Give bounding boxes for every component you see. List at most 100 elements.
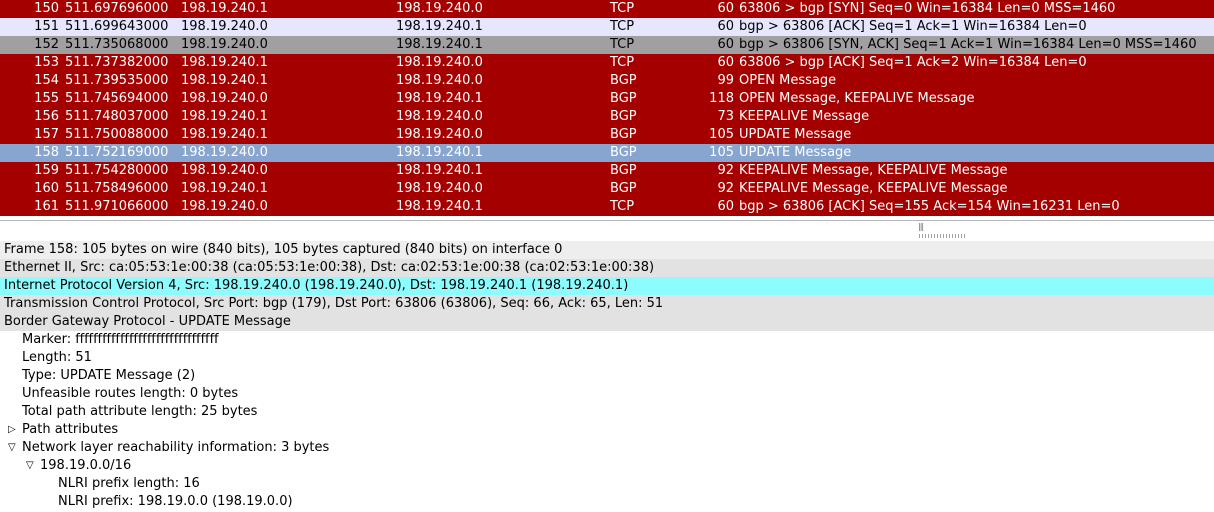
packet-protocol-cell: BGP	[610, 109, 637, 124]
packet-time-cell: 511.750088000	[65, 127, 169, 142]
packet-row-selected[interactable]: 158 511.752169000 198.19.240.0 198.19.240.1…	[0, 144, 1214, 162]
packet-info-cell: bgp > 63806 [SYN, ACK] Seq=1 Ack=1 Win=1…	[739, 37, 1197, 52]
packet-row[interactable]: 150 511.697696000 198.19.240.1 198.19.240.0…	[0, 0, 1214, 18]
collapse-arrow-icon[interactable]: ▽	[8, 439, 18, 456]
detail-row[interactable]: ▽ 198.19.0.0/16	[0, 457, 1214, 475]
detail-row[interactable]: NLRI prefix length: 16	[0, 475, 1214, 493]
expand-arrow-icon[interactable]: ▷	[8, 421, 18, 438]
packet-time-cell: 511.739535000	[65, 73, 169, 88]
packet-row[interactable]: 155 511.745694000 198.19.240.0 198.19.240.1…	[0, 90, 1214, 108]
detail-row-text: Length: 51	[22, 350, 92, 365]
detail-row[interactable]: Border Gateway Protocol - UPDATE Message	[0, 313, 1214, 331]
pane-splitter[interactable]: |||	[0, 220, 1214, 242]
packet-protocol-cell: BGP	[610, 73, 637, 88]
splitter-line	[0, 220, 1214, 221]
packet-length-cell: 60	[717, 37, 734, 52]
packet-protocol-cell: BGP	[610, 91, 637, 106]
packet-row[interactable]: 159 511.754280000 198.19.240.0 198.19.240.1…	[0, 162, 1214, 180]
packet-number-cell: 155	[34, 91, 59, 106]
packet-protocol-cell: TCP	[610, 37, 635, 52]
packet-details-tree[interactable]: Frame 158: 105 bytes on wire (840 bits),…	[0, 241, 1214, 512]
packet-source-cell: 198.19.240.1	[181, 127, 268, 142]
detail-row-text: Path attributes	[22, 422, 119, 437]
packet-destination-cell: 198.19.240.0	[396, 109, 483, 124]
detail-row[interactable]: Internet Protocol Version 4, Src: 198.19…	[0, 277, 1214, 295]
detail-row[interactable]: Frame 158: 105 bytes on wire (840 bits),…	[0, 241, 1214, 259]
packet-time-cell: 511.971066000	[65, 199, 169, 214]
packet-destination-cell: 198.19.240.1	[396, 199, 483, 214]
detail-row-text: Border Gateway Protocol - UPDATE Message	[4, 314, 291, 329]
detail-row-text: Type: UPDATE Message (2)	[22, 368, 196, 383]
detail-row-text: Ethernet II, Src: ca:05:53:1e:00:38 (ca:…	[4, 260, 655, 275]
packet-number-cell: 157	[34, 127, 59, 142]
packet-destination-cell: 198.19.240.1	[396, 19, 483, 34]
detail-row-text: Network layer reachability information: …	[22, 440, 330, 455]
packet-list[interactable]: 150 511.697696000 198.19.240.1 198.19.240.0…	[0, 0, 1214, 216]
detail-row[interactable]: Type: UPDATE Message (2)	[0, 367, 1214, 385]
packet-row[interactable]: 157 511.750088000 198.19.240.1 198.19.240.0…	[0, 126, 1214, 144]
packet-protocol-cell: TCP	[610, 55, 635, 70]
packet-row[interactable]: 161 511.971066000 198.19.240.0 198.19.240.1…	[0, 198, 1214, 216]
packet-info-cell: KEEPALIVE Message	[739, 109, 870, 124]
collapse-arrow-icon[interactable]: ▽	[26, 457, 36, 474]
packet-time-cell: 511.745694000	[65, 91, 169, 106]
packet-source-cell: 198.19.240.0	[181, 91, 268, 106]
packet-row[interactable]: 151 511.699643000 198.19.240.0 198.19.240.1…	[0, 18, 1214, 36]
packet-length-cell: 60	[717, 1, 734, 16]
packet-length-cell: 105	[709, 145, 734, 160]
detail-row[interactable]: ▷ Path attributes	[0, 421, 1214, 439]
packet-destination-cell: 198.19.240.0	[396, 73, 483, 88]
packet-info-cell: UPDATE Message	[739, 127, 852, 142]
packet-number-cell: 159	[34, 163, 59, 178]
detail-row[interactable]: Unfeasible routes length: 0 bytes	[0, 385, 1214, 403]
detail-row-text: Internet Protocol Version 4, Src: 198.19…	[4, 278, 629, 293]
packet-row[interactable]: 152 511.735068000 198.19.240.0 198.19.240.1…	[0, 36, 1214, 54]
packet-destination-cell: 198.19.240.0	[396, 181, 483, 196]
packet-length-cell: 60	[717, 199, 734, 214]
detail-row-text: Frame 158: 105 bytes on wire (840 bits),…	[4, 242, 563, 257]
detail-row-text: Marker: ffffffffffffffffffffffffffffffff	[22, 332, 219, 347]
detail-row[interactable]: NLRI prefix: 198.19.0.0 (198.19.0.0)	[0, 493, 1214, 511]
detail-row[interactable]: Transmission Control Protocol, Src Port:…	[0, 295, 1214, 313]
detail-row[interactable]: Total path attribute length: 25 bytes	[0, 403, 1214, 421]
packet-number-cell: 152	[34, 37, 59, 52]
packet-number-cell: 160	[34, 181, 59, 196]
packet-number-cell: 150	[34, 1, 59, 16]
packet-number-cell: 158	[34, 145, 59, 160]
detail-row[interactable]: Length: 51	[0, 349, 1214, 367]
packet-length-cell: 92	[717, 181, 734, 196]
packet-info-cell: KEEPALIVE Message, KEEPALIVE Message	[739, 163, 1008, 178]
packet-time-cell: 511.758496000	[65, 181, 169, 196]
packet-destination-cell: 198.19.240.1	[396, 37, 483, 52]
packet-number-cell: 156	[34, 109, 59, 124]
packet-source-cell: 198.19.240.0	[181, 37, 268, 52]
packet-protocol-cell: BGP	[610, 163, 637, 178]
packet-info-cell: KEEPALIVE Message, KEEPALIVE Message	[739, 181, 1008, 196]
packet-destination-cell: 198.19.240.0	[396, 55, 483, 70]
packet-length-cell: 60	[717, 19, 734, 34]
packet-length-cell: 60	[717, 55, 734, 70]
detail-row-text: Transmission Control Protocol, Src Port:…	[4, 296, 664, 311]
packet-info-cell: 63806 > bgp [ACK] Seq=1 Ack=2 Win=16384 …	[739, 55, 1087, 70]
detail-row-text: Total path attribute length: 25 bytes	[22, 404, 258, 419]
packet-number-cell: 151	[34, 19, 59, 34]
packet-length-cell: 99	[717, 73, 734, 88]
packet-destination-cell: 198.19.240.1	[396, 91, 483, 106]
packet-row[interactable]: 156 511.748037000 198.19.240.1 198.19.240.0…	[0, 108, 1214, 126]
splitter-grip-icon: |||	[918, 222, 924, 231]
packet-time-cell: 511.735068000	[65, 37, 169, 52]
packet-row[interactable]: 160 511.758496000 198.19.240.1 198.19.240.0…	[0, 180, 1214, 198]
detail-row[interactable]: ▽ Network layer reachability information:…	[0, 439, 1214, 457]
packet-row[interactable]: 154 511.739535000 198.19.240.1 198.19.240.0…	[0, 72, 1214, 90]
detail-row-text: NLRI prefix length: 16	[58, 476, 200, 491]
packet-length-cell: 92	[717, 163, 734, 178]
packet-number-cell: 153	[34, 55, 59, 70]
packet-time-cell: 511.699643000	[65, 19, 169, 34]
packet-source-cell: 198.19.240.0	[181, 163, 268, 178]
packet-number-cell: 161	[34, 199, 59, 214]
packet-source-cell: 198.19.240.1	[181, 73, 268, 88]
detail-row[interactable]: Ethernet II, Src: ca:05:53:1e:00:38 (ca:…	[0, 259, 1214, 277]
packet-protocol-cell: TCP	[610, 1, 635, 16]
packet-row[interactable]: 153 511.737382000 198.19.240.1 198.19.240.0…	[0, 54, 1214, 72]
detail-row[interactable]: Marker: ffffffffffffffffffffffffffffffff	[0, 331, 1214, 349]
